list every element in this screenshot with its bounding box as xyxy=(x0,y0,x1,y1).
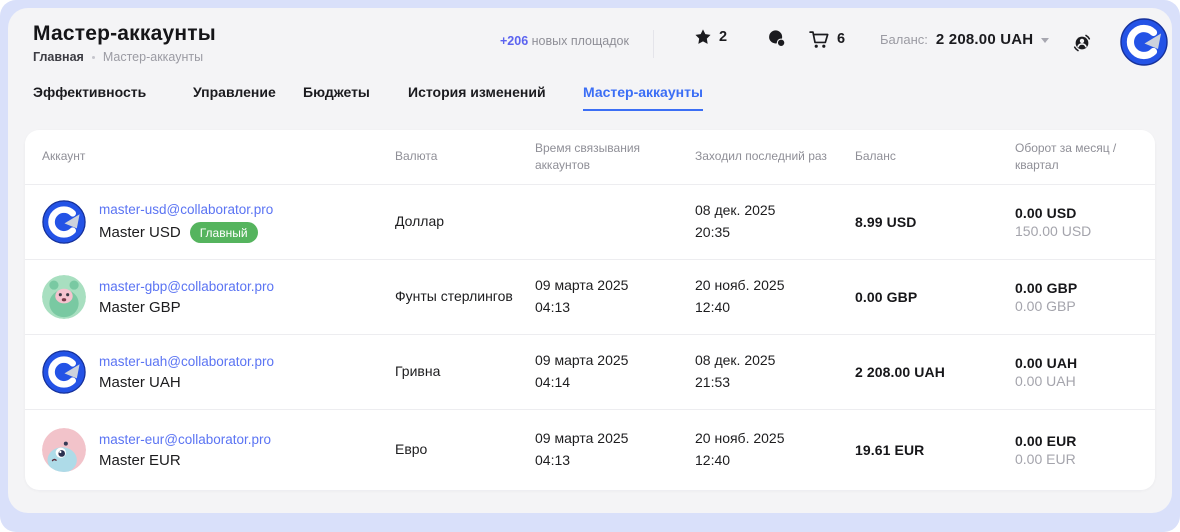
account-avatar xyxy=(42,200,86,244)
tab-bar: Эффективность Управление Бюджеты История… xyxy=(8,84,1172,116)
accounts-table: Аккаунт Валюта Время связывания аккаунто… xyxy=(25,130,1155,490)
account-name: Master USD xyxy=(99,224,181,241)
table-row[interactable]: master-uah@collaborator.pro Master UAH Г… xyxy=(25,335,1155,410)
column-header-turnover: Оборот за месяц / квартал xyxy=(1015,140,1155,175)
account-avatar xyxy=(42,428,86,472)
last-visit-cell: 20 нояб. 202512:40 xyxy=(695,428,855,471)
linked-time-cell: 09 марта 202504:13 xyxy=(535,428,695,471)
profile-avatar-button[interactable] xyxy=(1120,18,1168,66)
page-title: Мастер-аккаунты xyxy=(33,22,216,46)
account-email-link[interactable]: master-usd@collaborator.pro xyxy=(99,202,273,217)
collaborator-logo xyxy=(1120,18,1168,66)
currency-cell: Евро xyxy=(395,439,535,461)
switch-account-icon xyxy=(1070,31,1094,55)
account-avatar xyxy=(42,350,86,394)
tab-master-accounts[interactable]: Мастер-аккаунты xyxy=(583,84,703,111)
account-email-link[interactable]: master-eur@collaborator.pro xyxy=(99,432,271,447)
column-header-currency: Валюта xyxy=(395,148,535,165)
linked-time-cell: 09 марта 202504:13 xyxy=(535,275,695,318)
chat-icon xyxy=(766,28,788,50)
chevron-down-icon xyxy=(1041,38,1049,43)
tab-effectiveness[interactable]: Эффективность xyxy=(33,84,146,109)
currency-cell: Фунты стерлингов xyxy=(395,286,535,308)
breadcrumb-home-link[interactable]: Главная xyxy=(33,50,84,64)
last-visit-cell: 08 дек. 202521:53 xyxy=(695,350,855,393)
breadcrumb-current: Мастер-аккаунты xyxy=(103,50,203,64)
column-header-linked-time: Время связывания аккаунтов xyxy=(535,140,695,175)
column-header-balance: Баланс xyxy=(855,148,1015,165)
star-icon xyxy=(694,28,712,46)
cart-icon xyxy=(808,28,830,50)
balance-cell: 0.00 GBP xyxy=(855,289,1015,305)
messages-button[interactable] xyxy=(766,28,788,50)
switch-account-button[interactable] xyxy=(1070,31,1094,55)
main-account-badge: Главный xyxy=(190,222,258,243)
account-name: Master EUR xyxy=(99,452,181,469)
account-name: Master UAH xyxy=(99,374,181,391)
last-visit-cell: 20 нояб. 202512:40 xyxy=(695,275,855,318)
currency-cell: Доллар xyxy=(395,211,535,233)
turnover-cell: 0.00 UAH 0.00 UAH xyxy=(1015,355,1155,389)
breadcrumb: Главная Мастер-аккаунты xyxy=(33,50,203,64)
turnover-cell: 0.00 USD 150.00 USD xyxy=(1015,205,1155,239)
account-name: Master GBP xyxy=(99,299,181,316)
balance-label: Баланс: xyxy=(880,32,928,47)
breadcrumb-separator xyxy=(92,56,95,59)
turnover-cell: 0.00 GBP 0.00 GBP xyxy=(1015,280,1155,314)
page-frame: Мастер-аккаунты Главная Мастер-аккаунты … xyxy=(0,0,1180,532)
favorites-button[interactable]: 2 xyxy=(694,28,727,46)
tab-management[interactable]: Управление xyxy=(193,84,276,109)
balance-cell: 2 208.00 UAH xyxy=(855,364,1015,380)
tab-budgets[interactable]: Бюджеты xyxy=(303,84,370,109)
balance-dropdown[interactable]: Баланс: 2 208.00 UAH xyxy=(880,31,1049,48)
account-email-link[interactable]: master-gbp@collaborator.pro xyxy=(99,279,274,294)
new-platforms-text: новых площадок xyxy=(528,34,629,48)
column-header-last-visit: Заходил последний раз xyxy=(695,148,855,165)
table-row[interactable]: master-gbp@collaborator.pro Master GBP Ф… xyxy=(25,260,1155,335)
cart-button[interactable]: 6 xyxy=(808,28,845,50)
cart-count: 6 xyxy=(837,31,845,47)
new-platforms-link[interactable]: +206 новых площадок xyxy=(500,34,629,48)
linked-time-cell: 09 марта 202504:14 xyxy=(535,350,695,393)
account-email-link[interactable]: master-uah@collaborator.pro xyxy=(99,354,274,369)
table-header-row: Аккаунт Валюта Время связывания аккаунто… xyxy=(25,130,1155,185)
balance-cell: 8.99 USD xyxy=(855,214,1015,230)
header-divider xyxy=(653,30,654,58)
column-header-account: Аккаунт xyxy=(42,148,395,165)
table-row[interactable]: master-usd@collaborator.pro Master USD Г… xyxy=(25,185,1155,260)
app-window: Мастер-аккаунты Главная Мастер-аккаунты … xyxy=(8,8,1172,513)
balance-cell: 19.61 EUR xyxy=(855,442,1015,458)
favorites-count: 2 xyxy=(719,29,727,45)
balance-value: 2 208.00 UAH xyxy=(936,31,1033,48)
tab-change-history[interactable]: История изменений xyxy=(408,84,546,109)
account-avatar xyxy=(42,275,86,319)
new-platforms-count: +206 xyxy=(500,34,528,48)
last-visit-cell: 08 дек. 202520:35 xyxy=(695,200,855,243)
currency-cell: Гривна xyxy=(395,361,535,383)
turnover-cell: 0.00 EUR 0.00 EUR xyxy=(1015,433,1155,467)
table-row[interactable]: master-eur@collaborator.pro Master EUR Е… xyxy=(25,410,1155,490)
